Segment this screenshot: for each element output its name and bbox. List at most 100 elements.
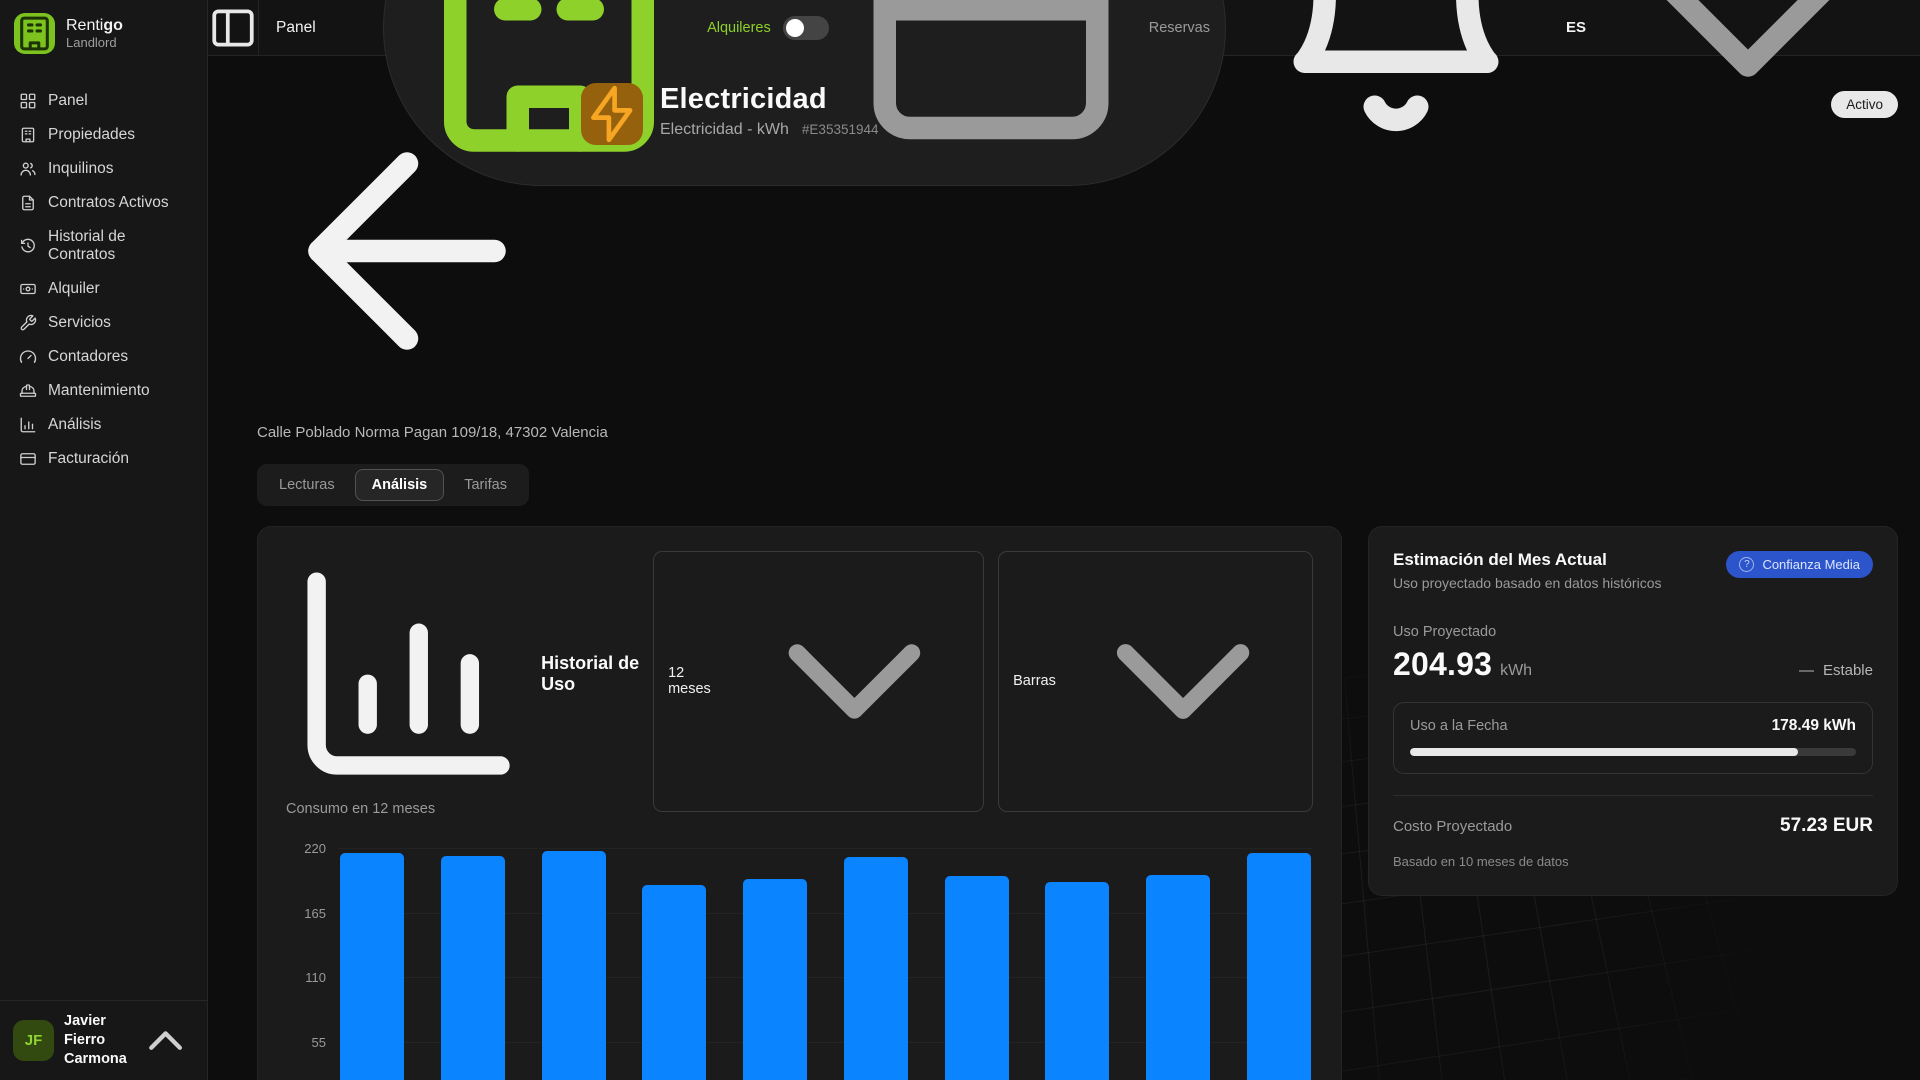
page-title: Electricidad — [660, 83, 879, 116]
page-header: Electricidad Electricidad - kWh #E353519… — [257, 83, 1898, 401]
app-root: Rentigo Landlord Panel Propiedades Inquili… — [0, 0, 1920, 1080]
bar-apr-25 — [441, 856, 505, 1080]
projected-cost-label: Costo Proyectado — [1393, 818, 1512, 835]
panel-left-icon — [208, 0, 258, 56]
main-area: Panel Alquileres Reservas — [208, 0, 1920, 1080]
bar-oct-25 — [1045, 882, 1109, 1080]
user-menu[interactable]: JF Javier Fierro Carmona — [0, 1000, 207, 1080]
sidebar-item-label: Servicios — [48, 314, 111, 332]
y-tick-label: 110 — [305, 971, 326, 984]
brand-subtitle: Landlord — [66, 35, 123, 51]
chart-bars — [340, 849, 1311, 1080]
users-icon — [19, 160, 37, 178]
y-tick-label: 165 — [304, 907, 326, 920]
bar-jun-25 — [642, 885, 706, 1080]
wrench-icon — [19, 314, 37, 332]
language-code: ES — [1566, 19, 1586, 36]
content: Electricidad Electricidad - kWh #E353519… — [208, 56, 1920, 1080]
sidebar-item-analisis[interactable]: Análisis — [10, 410, 197, 440]
projected-usage-label: Uso Proyectado — [1393, 624, 1873, 640]
chevron-down-icon — [1068, 562, 1298, 801]
hardhat-icon — [19, 382, 37, 400]
y-tick-label: 55 — [312, 1036, 326, 1049]
usage-to-date-label: Uso a la Fecha — [1410, 718, 1508, 734]
sidebar-toggle-button[interactable] — [208, 0, 258, 56]
sidebar-item-label: Análisis — [48, 416, 101, 434]
estimation-subtitle: Uso proyectado basado en datos histórico… — [1393, 575, 1662, 591]
toggle-knob — [786, 19, 804, 37]
sidebar-item-label: Mantenimiento — [48, 382, 150, 400]
sidebar-item-label: Propiedades — [48, 126, 135, 144]
file-text-icon — [19, 194, 37, 212]
estimation-divider — [1393, 795, 1873, 796]
sidebar-item-label: Contratos Activos — [48, 194, 169, 212]
credit-card-icon — [19, 450, 37, 468]
usage-card-subtitle: Consumo en 12 meses — [286, 801, 653, 817]
chart-y-axis: 055110165220 — [286, 849, 338, 1080]
brand-name: Rentigo — [66, 16, 123, 35]
y-tick-label: 220 — [304, 842, 326, 855]
bar-aug-25 — [844, 857, 908, 1080]
tab-bar: LecturasAnálisisTarifas — [257, 464, 529, 506]
sidebar-item-propiedades[interactable]: Propiedades — [10, 120, 197, 150]
dash-icon: — — [1799, 662, 1814, 679]
tab-analisis[interactable]: Análisis — [355, 469, 445, 501]
sidebar-item-contratos-activos[interactable]: Contratos Activos — [10, 188, 197, 218]
usage-to-date-box: Uso a la Fecha 178.49 kWh — [1393, 702, 1873, 774]
brand[interactable]: Rentigo Landlord — [0, 0, 207, 66]
bar-jul-25 — [743, 879, 807, 1080]
banknote-icon — [19, 280, 37, 298]
bar-mar-25 — [340, 853, 404, 1080]
building-icon — [14, 13, 55, 54]
brand-logo — [14, 13, 55, 54]
property-address: Calle Poblado Norma Pagan 109/18, 47302 … — [257, 424, 1898, 441]
sidebar-item-label: Historial de Contratos — [48, 228, 188, 264]
estimation-title: Estimación del Mes Actual — [1393, 550, 1662, 570]
topbar-divider — [258, 0, 259, 56]
confidence-badge: ? Confianza Media — [1726, 551, 1873, 578]
usage-card-title: Historial de Uso — [541, 653, 653, 695]
trend-indicator: — Estable — [1799, 662, 1873, 679]
sidebar-item-panel[interactable]: Panel — [10, 86, 197, 116]
bar-nov-25 — [1146, 875, 1210, 1080]
arrow-left-icon — [257, 101, 557, 401]
building-icon — [19, 126, 37, 144]
gauge-icon — [19, 348, 37, 366]
meter-id: #E35351944 — [802, 122, 879, 137]
history-icon — [19, 237, 37, 255]
usage-history-card: Historial de Uso Consumo en 12 meses 12 … — [257, 526, 1342, 1080]
grid-icon — [19, 92, 37, 110]
projected-cost-value: 57.23 EUR — [1780, 815, 1873, 837]
bar-dec-25 — [1247, 853, 1311, 1080]
sidebar-item-historial-de-contratos[interactable]: Historial de Contratos — [10, 222, 197, 270]
tab-lecturas[interactable]: Lecturas — [262, 469, 352, 501]
chart-type-select[interactable]: Barras — [998, 551, 1313, 812]
sidebar-item-contadores[interactable]: Contadores — [10, 342, 197, 372]
sidebar-item-inquilinos[interactable]: Inquilinos — [10, 154, 197, 184]
back-button[interactable] — [257, 101, 557, 401]
bar-chart-icon — [286, 551, 531, 796]
projected-usage-unit: kWh — [1500, 662, 1532, 680]
sidebar-item-label: Inquilinos — [48, 160, 114, 178]
usage-chart: 055110165220 — [286, 849, 1313, 1080]
sidebar-item-alquiler[interactable]: Alquiler — [10, 274, 197, 304]
sidebar-item-servicios[interactable]: Servicios — [10, 308, 197, 338]
sidebar-item-mantenimiento[interactable]: Mantenimiento — [10, 376, 197, 406]
estimation-footnote: Basado en 10 meses de datos — [1393, 854, 1873, 869]
usage-progress-bar — [1410, 748, 1856, 756]
sidebar-item-facturacion[interactable]: Facturación — [10, 444, 197, 474]
status-badge: Activo — [1831, 91, 1898, 118]
sidebar-item-label: Facturación — [48, 450, 129, 468]
chevron-up-icon — [137, 1012, 194, 1069]
breadcrumb: Panel — [276, 19, 316, 37]
sidebar-item-label: Panel — [48, 92, 88, 110]
usage-progress-fill — [1410, 748, 1798, 756]
sidebar-nav: Panel Propiedades Inquilinos Contratos Acti… — [0, 66, 207, 484]
trend-label: Estable — [1823, 662, 1873, 679]
range-select[interactable]: 12 meses — [653, 551, 984, 812]
estimation-card: Estimación del Mes Actual Uso proyectado… — [1368, 526, 1898, 896]
avatar: JF — [13, 1020, 54, 1061]
tab-tarifas[interactable]: Tarifas — [447, 469, 524, 501]
mode-toggle[interactable] — [783, 16, 829, 40]
sidebar-item-label: Contadores — [48, 348, 128, 366]
